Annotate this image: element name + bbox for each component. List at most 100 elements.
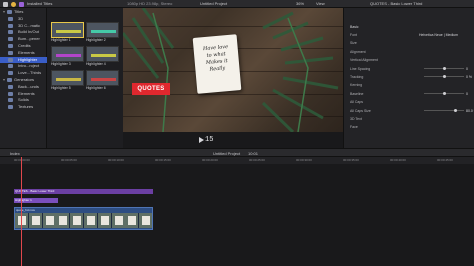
timecode-display: 15 — [205, 136, 214, 144]
timeline-ruler[interactable]: 00:00:00:0000:00:05:0000:00:10:0000:00:1… — [0, 157, 474, 164]
sidebar-item-label: 3D C...matic — [18, 22, 41, 28]
inspector-row-label: Baseline — [350, 91, 364, 96]
sidebar-item[interactable]: Solids — [0, 97, 47, 103]
sidebar-item[interactable]: Build In/Out — [0, 29, 47, 35]
filmstrip-frame — [42, 213, 57, 228]
sidebar-item[interactable]: Back...unds — [0, 84, 47, 90]
inspector-row[interactable]: Size — [344, 39, 474, 47]
video-clip-label: quote_hd.mov — [16, 208, 36, 212]
playhead[interactable] — [21, 157, 22, 266]
card-line-4: Really — [209, 65, 226, 73]
inspector-slider[interactable] — [424, 108, 464, 112]
inspector-row[interactable]: Face — [344, 123, 474, 131]
sidebar-item-label: 3D — [18, 15, 24, 21]
folder-icon — [8, 84, 13, 89]
sidebar-item[interactable]: Bum...pener — [0, 36, 47, 42]
sidebar-item[interactable]: ▾ Generators — [0, 77, 47, 83]
inspector-row[interactable]: All Caps — [344, 98, 474, 106]
folder-icon — [7, 78, 12, 82]
sidebar-item[interactable]: Elements — [0, 50, 47, 56]
ruler-tick: 00:00:05:00 — [61, 158, 77, 162]
disclosure-icon[interactable]: ▾ — [3, 77, 5, 83]
inspector-row[interactable]: 3D Text — [344, 115, 474, 123]
quote-badge-title[interactable]: QUOTES — [132, 83, 170, 95]
inspector-tab[interactable]: Basic — [350, 25, 359, 29]
thumbnail-image — [51, 22, 84, 38]
play-icon[interactable] — [199, 137, 204, 143]
thumbnail-caption: Highlighter 5 — [51, 86, 71, 90]
slider-knob[interactable] — [442, 75, 446, 78]
inspector-row[interactable]: Font Helvetica Neue | Medium — [344, 31, 474, 39]
highlight-bar — [56, 78, 81, 81]
folder-icon — [8, 98, 13, 103]
slider-knob[interactable] — [453, 108, 457, 112]
inspector-row-value[interactable]: 0 — [466, 65, 468, 73]
inspector-row[interactable]: Alignment — [344, 48, 474, 56]
inspector-row-value[interactable]: 80.0 % — [466, 107, 474, 115]
title-thumbnail[interactable]: Highlighter 1 — [51, 22, 84, 44]
inspector-row[interactable]: Baseline 0 — [344, 90, 474, 98]
sidebar-item[interactable]: Intro...roject — [0, 63, 47, 69]
inspector-row-value[interactable]: 0 % — [466, 73, 472, 81]
sidebar-item-label: Highlighter — [18, 56, 38, 62]
sidebar-item[interactable]: ▾ Titles — [0, 9, 47, 15]
inspector-row-label: Line Spacing — [350, 66, 371, 71]
index-button[interactable]: Index — [10, 151, 20, 156]
sidebar-item-label: Elements — [18, 90, 35, 96]
sidebar-item[interactable]: 3D C...matic — [0, 23, 47, 29]
ruler-tick: 00:00:45:00 — [437, 158, 453, 162]
filmstrip-frame — [97, 213, 112, 228]
titles-icon[interactable] — [19, 1, 24, 7]
photos-icon[interactable] — [11, 1, 16, 7]
inspector-row[interactable]: All Caps Size 80.0 % — [344, 107, 474, 115]
inspector-row[interactable]: Kerning — [344, 81, 474, 89]
folder-icon — [8, 44, 13, 48]
sidebar-item-label: Back...unds — [18, 83, 39, 89]
folder-icon — [8, 91, 13, 96]
inspector-slider[interactable] — [424, 75, 464, 78]
disclosure-icon[interactable]: ▾ — [3, 9, 5, 15]
sidebar-item[interactable]: 3D — [0, 16, 47, 22]
thumbnail-image — [86, 70, 119, 86]
inspector-row-label: 3D Text — [350, 117, 362, 121]
filmstrip-frame — [125, 213, 140, 228]
filmstrip-frame — [15, 213, 29, 228]
viewer-controls — [123, 132, 343, 148]
sidebar-item[interactable]: Love...Thirds — [0, 70, 47, 76]
filmstrip-frame — [139, 213, 152, 228]
slider-knob[interactable] — [442, 66, 446, 70]
library-icon[interactable] — [3, 1, 8, 7]
view-menu[interactable]: View — [316, 2, 325, 6]
inspector-slider[interactable] — [424, 91, 464, 95]
thumbnail-image — [51, 46, 84, 62]
library-title: Installed Titles — [27, 1, 53, 6]
highlight-bar — [91, 54, 116, 57]
inspector-row-value[interactable]: 0 — [466, 90, 468, 98]
title-thumbnail[interactable]: Highlighter 3 — [51, 46, 84, 68]
video-clip[interactable]: quote_hd.mov — [14, 207, 153, 230]
inspector-row-label: All Caps — [350, 100, 364, 105]
inspector-row[interactable]: Vertical Alignment — [344, 56, 474, 64]
inspector-row[interactable]: Tracking 0 % — [344, 73, 474, 81]
filmstrip-frame — [70, 213, 85, 228]
sidebar-item[interactable]: Credits — [0, 43, 47, 49]
zoom-level[interactable]: 36% — [296, 2, 304, 6]
title-clip-quotes[interactable]: QUOTES - Basic Lower Third — [14, 189, 153, 194]
folder-icon — [8, 30, 13, 35]
slider-knob[interactable] — [442, 91, 446, 95]
inspector-slider[interactable] — [424, 66, 464, 70]
sidebar-item[interactable]: Highlighter — [0, 56, 47, 63]
sidebar-item-label: Love...Thirds — [18, 70, 42, 76]
title-thumbnail[interactable]: Highlighter 2 — [86, 22, 119, 44]
sidebar-item[interactable]: Textures — [0, 104, 47, 110]
inspector-row[interactable]: Line Spacing 0 — [344, 65, 474, 73]
filmstrip-frame — [84, 213, 98, 228]
title-thumbnail[interactable]: Highlighter 5 — [51, 70, 84, 92]
title-thumbnail[interactable]: Highlighter 6 — [86, 70, 119, 92]
inspector-row-value[interactable]: Helvetica Neue | Medium — [419, 31, 458, 39]
sidebar-item[interactable]: Elements — [0, 91, 47, 97]
filmstrip-frame — [56, 213, 71, 228]
title-thumbnail[interactable]: Highlighter 4 — [86, 46, 119, 68]
inspector-row-label: Kerning — [350, 83, 363, 88]
thumbnail-caption: Highlighter 4 — [86, 62, 106, 66]
